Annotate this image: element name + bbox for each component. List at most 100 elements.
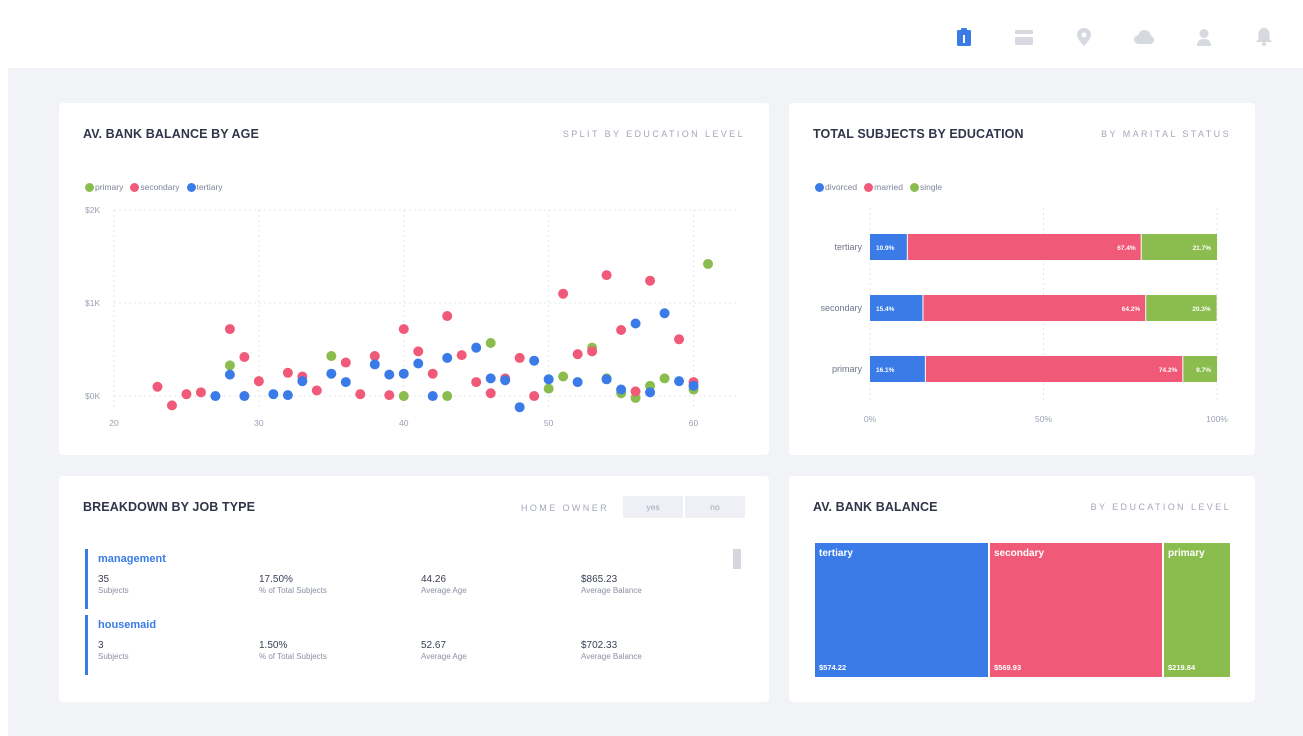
scatter-point-secondary[interactable] xyxy=(253,376,264,387)
scatter-point-tertiary[interactable] xyxy=(427,391,438,402)
x-tick-label: 20 xyxy=(109,418,119,428)
scatter-point-secondary[interactable] xyxy=(616,325,627,335)
job-row-management[interactable]: management 35 Subjects 17.50% % of Total… xyxy=(85,549,715,609)
scatter-point-primary[interactable] xyxy=(326,351,337,362)
scatter-point-tertiary[interactable] xyxy=(616,384,627,395)
scatter-point-primary[interactable] xyxy=(703,258,714,269)
stacked-bar-chart[interactable]: 0% 50% 100% tertiary 10.9% 67.4% 21.7% secondar… xyxy=(789,103,1255,455)
scatter-point-primary[interactable] xyxy=(659,373,670,384)
scatter-point-secondary[interactable] xyxy=(587,346,598,357)
scatter-point-tertiary[interactable] xyxy=(485,373,496,384)
scatter-point-secondary[interactable] xyxy=(384,390,395,401)
scatter-point-tertiary[interactable] xyxy=(210,391,221,402)
scatter-point-secondary[interactable] xyxy=(166,400,177,411)
bar-segment-married[interactable] xyxy=(907,234,1141,260)
scatter-point-tertiary[interactable] xyxy=(340,377,351,388)
scatter-point-secondary[interactable] xyxy=(427,368,438,379)
scatter-point-tertiary[interactable] xyxy=(645,387,656,398)
subjects-value: 35 xyxy=(98,574,110,585)
scatter-point-secondary[interactable] xyxy=(224,324,235,335)
scatter-point-tertiary[interactable] xyxy=(471,342,482,353)
scatter-point-secondary[interactable] xyxy=(398,324,409,335)
scatter-point-secondary[interactable] xyxy=(674,334,685,345)
scatter-point-primary[interactable] xyxy=(558,371,569,382)
scatter-point-tertiary[interactable] xyxy=(326,368,337,379)
scatter-point-tertiary[interactable] xyxy=(630,318,641,329)
treemap-cell-tertiary[interactable]: tertiary $574.22 xyxy=(815,543,988,677)
scatter-point-tertiary[interactable] xyxy=(239,391,250,402)
scatter-point-tertiary[interactable] xyxy=(572,377,583,388)
scatter-point-secondary[interactable] xyxy=(282,367,293,378)
scatter-point-tertiary[interactable] xyxy=(224,369,235,380)
clipboard-icon[interactable] xyxy=(953,26,975,48)
location-pin-icon[interactable] xyxy=(1073,26,1095,48)
scatter-point-tertiary[interactable] xyxy=(268,389,279,400)
bell-icon[interactable] xyxy=(1253,26,1275,48)
scatter-point-tertiary[interactable] xyxy=(688,380,699,391)
scatter-point-tertiary[interactable] xyxy=(659,308,670,319)
scatter-point-tertiary[interactable] xyxy=(674,376,685,387)
balance-value: $865.23 xyxy=(581,574,618,585)
cloud-icon[interactable] xyxy=(1133,26,1155,48)
treemap-cell-name: primary xyxy=(1168,548,1205,559)
scatter-point-tertiary[interactable] xyxy=(384,369,395,380)
bar-segment-married[interactable] xyxy=(925,356,1183,382)
scatter-point-secondary[interactable] xyxy=(195,387,206,398)
scatter-point-secondary[interactable] xyxy=(601,270,612,281)
scatter-point-primary[interactable] xyxy=(398,391,409,402)
treemap-cell-name: tertiary xyxy=(819,548,853,559)
subjects-value: 3 xyxy=(98,640,104,651)
x-tick-label: 40 xyxy=(399,418,409,428)
scatter-point-tertiary[interactable] xyxy=(442,352,453,363)
scatter-point-tertiary[interactable] xyxy=(500,375,511,386)
treemap-cell-primary[interactable]: primary $219.84 xyxy=(1164,543,1230,677)
scatter-point-secondary[interactable] xyxy=(152,381,163,392)
scatter-point-secondary[interactable] xyxy=(181,389,192,400)
scatter-plot[interactable]: 20 30 40 50 60 $0K $1K $2K xyxy=(59,103,769,455)
scrollbar-thumb[interactable] xyxy=(733,549,741,569)
top-bar xyxy=(0,0,1303,68)
pct-value: 17.50% xyxy=(259,574,293,585)
scatter-point-secondary[interactable] xyxy=(572,349,583,360)
bar-segment-married[interactable] xyxy=(923,295,1146,321)
scatter-point-secondary[interactable] xyxy=(413,346,424,357)
job-pct: 17.50% % of Total Subjects xyxy=(259,574,327,595)
scatter-point-tertiary[interactable] xyxy=(543,374,554,385)
scatter-point-primary[interactable] xyxy=(442,391,453,402)
scatter-point-tertiary[interactable] xyxy=(369,359,380,370)
user-icon[interactable] xyxy=(1193,26,1215,48)
x-tick-label: 60 xyxy=(689,418,699,428)
scatter-point-primary[interactable] xyxy=(543,383,554,394)
scatter-point-secondary[interactable] xyxy=(355,389,366,400)
pct-label: % of Total Subjects xyxy=(259,586,327,595)
scatter-point-secondary[interactable] xyxy=(514,352,525,363)
scatter-point-secondary[interactable] xyxy=(558,288,569,299)
scatter-point-secondary[interactable] xyxy=(442,311,453,322)
scatter-point-tertiary[interactable] xyxy=(601,374,612,385)
scatter-point-secondary[interactable] xyxy=(529,391,540,402)
toggle-no-button[interactable]: no xyxy=(685,496,745,518)
scatter-point-primary[interactable] xyxy=(485,338,496,349)
scatter-point-tertiary[interactable] xyxy=(529,355,540,366)
scatter-point-secondary[interactable] xyxy=(645,275,656,286)
scatter-point-secondary[interactable] xyxy=(239,351,250,362)
scatter-point-secondary[interactable] xyxy=(456,350,467,361)
scatter-point-secondary[interactable] xyxy=(471,377,482,388)
age-value: 52.67 xyxy=(421,640,447,651)
scatter-point-secondary[interactable] xyxy=(630,386,641,397)
toggle-yes-button[interactable]: yes xyxy=(623,496,683,518)
card-icon[interactable] xyxy=(1013,26,1035,48)
treemap-cell-secondary[interactable]: secondary $569.93 xyxy=(990,543,1162,677)
scatter-point-tertiary[interactable] xyxy=(297,376,308,387)
scatter-point-tertiary[interactable] xyxy=(514,402,525,413)
scatter-point-tertiary[interactable] xyxy=(282,390,293,401)
scatter-point-secondary[interactable] xyxy=(311,385,322,396)
job-row-housemaid[interactable]: housemaid 3 Subjects 1.50% % of Total Su… xyxy=(85,615,715,675)
scatter-point-tertiary[interactable] xyxy=(413,358,424,369)
scatter-point-secondary[interactable] xyxy=(485,388,496,399)
bar-data-label: 21.7% xyxy=(1193,245,1212,252)
scatter-point-secondary[interactable] xyxy=(340,357,351,368)
bar-data-label: 10.9% xyxy=(876,245,895,252)
scatter-point-tertiary[interactable] xyxy=(398,368,409,379)
scatter-point-primary[interactable] xyxy=(224,360,235,371)
